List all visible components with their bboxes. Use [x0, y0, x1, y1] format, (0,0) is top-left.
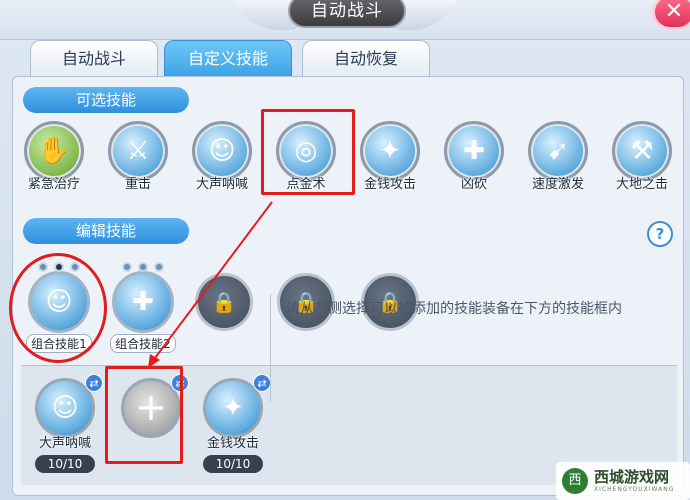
watermark-logo-icon: 西: [562, 468, 588, 494]
watermark-subtitle: XICHENGYOUXIWANG: [594, 486, 675, 493]
watermark-title: 西城游戏网: [594, 468, 670, 486]
annotation-arrow: [148, 201, 273, 368]
watermark: 西 西城游戏网 XICHENGYOUXIWANG: [556, 462, 690, 500]
